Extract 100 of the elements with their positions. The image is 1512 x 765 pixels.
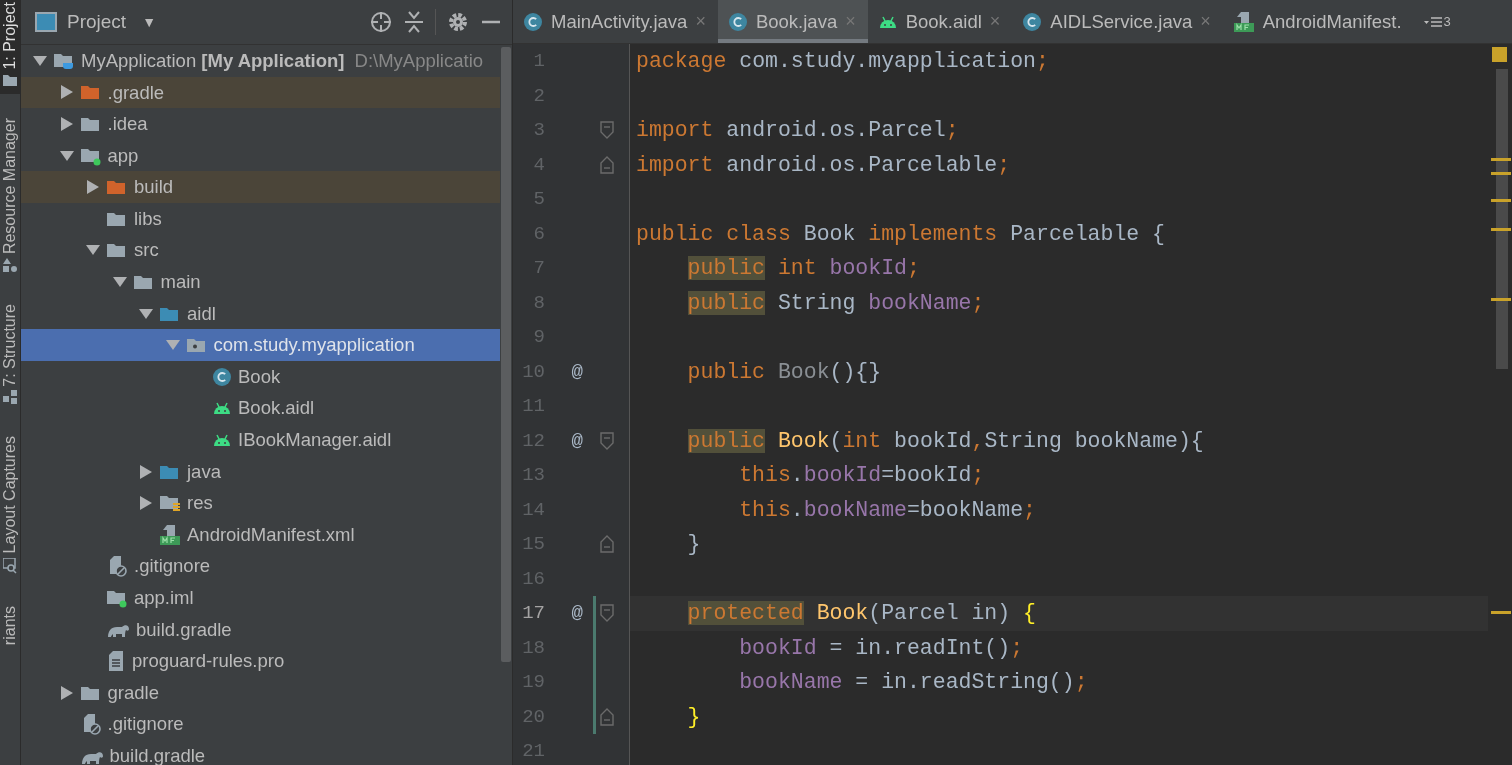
expand-arrow-icon[interactable]	[139, 464, 153, 479]
tool-window-tab[interactable]: 7: Structure	[0, 301, 20, 413]
tree-item-label: Book.aidl	[238, 396, 315, 421]
tree-item-label: java	[187, 459, 221, 484]
line-number: 17	[521, 601, 545, 626]
code-line: public Book(){}	[686, 358, 883, 386]
editor-tab[interactable]: AIDLService.java ×	[1012, 0, 1223, 43]
tree-item[interactable]: .gradle	[21, 76, 500, 109]
tree-item[interactable]: .idea	[21, 108, 500, 140]
expand-arrow-icon[interactable]	[59, 685, 74, 700]
tool-window-label: Resource Manager	[0, 117, 19, 254]
collapse-arrow-icon[interactable]	[86, 244, 100, 257]
tree-item-label: build.gradle	[136, 617, 232, 642]
editor-tab[interactable]: Book.java ×	[717, 0, 868, 43]
collapse-arrow-icon[interactable]	[33, 54, 47, 67]
magnifier-icon[interactable]	[3, 557, 17, 574]
folder-icon[interactable]	[3, 73, 17, 86]
tree-item-label: build.gradle	[109, 744, 206, 765]
tree-item[interactable]: aidl	[21, 297, 500, 330]
override-marker[interactable]: @	[545, 599, 587, 628]
scrollbar-thumb[interactable]	[501, 47, 511, 662]
tool-window-tab[interactable]: 1: Project	[0, 0, 20, 94]
tree-item[interactable]: com.study.myapplication	[21, 329, 500, 361]
tool-window-label: riants	[0, 605, 19, 645]
tree-item[interactable]: .gitignore	[21, 708, 500, 741]
tree-item[interactable]: app.iml	[21, 582, 500, 614]
fold-icon[interactable]	[600, 603, 614, 624]
tree-item[interactable]: Book.aidl	[21, 392, 500, 425]
tree-item[interactable]: Book	[21, 360, 500, 393]
tree-item[interactable]: app	[21, 139, 500, 172]
tool-window-tab[interactable]: Layout Captures	[0, 434, 20, 582]
tree-item-label: aidl	[187, 301, 216, 326]
scrollbar-thumb[interactable]	[1496, 69, 1508, 369]
code-line: bookName = in.readString();	[738, 669, 1089, 697]
fold-icon[interactable]	[600, 154, 614, 175]
settings-icon[interactable]	[446, 10, 470, 34]
fold-icon[interactable]	[600, 120, 614, 141]
tree-item[interactable]: .gitignore	[21, 550, 500, 583]
expand-arrow-icon[interactable]	[59, 117, 74, 131]
collapse-arrow-icon[interactable]	[59, 149, 74, 162]
tree-item[interactable]: build	[21, 171, 500, 203]
fold-icon[interactable]	[600, 534, 614, 555]
tool-window-label: 7: Structure	[0, 303, 19, 387]
android-icon	[212, 400, 232, 417]
tree-item-label: app.iml	[134, 586, 194, 610]
package-icon	[185, 336, 208, 355]
tree-item[interactable]: src	[21, 234, 500, 267]
tree-item-label: MyApplication [My Application]	[81, 48, 345, 73]
collapse-all-icon[interactable]	[403, 10, 425, 34]
tree-item-label: main	[160, 270, 201, 295]
code-line: this.bookId=bookId;	[738, 462, 986, 490]
collapse-arrow-icon[interactable]	[139, 307, 153, 320]
override-marker[interactable]: @	[545, 357, 587, 386]
class-icon	[212, 366, 232, 387]
tree-item-label: proguard-rules.pro	[132, 649, 285, 674]
code-line: public String bookName;	[686, 289, 986, 317]
shapes-icon[interactable]	[3, 257, 17, 272]
tree-item[interactable]: java	[21, 455, 500, 488]
editor-tab[interactable]: AndroidManifest.	[1222, 0, 1414, 43]
fold-icon[interactable]	[600, 706, 614, 727]
tree-item-label: build	[134, 175, 174, 200]
tree-item[interactable]: build.gradle	[21, 740, 500, 765]
structure-icon[interactable]	[3, 390, 17, 405]
dropdown-caret[interactable]: ▼	[142, 11, 156, 33]
tree-item-label: AndroidManifest.xml	[187, 522, 355, 547]
tab-overflow-button[interactable]: 3	[1413, 0, 1455, 43]
editor-tab[interactable]: MainActivity.java ×	[513, 0, 718, 43]
code-line: import android.os.Parcel;	[635, 117, 960, 145]
expand-arrow-icon[interactable]	[139, 496, 153, 511]
tree-item-label: Book	[238, 364, 281, 389]
tree-item[interactable]: proguard-rules.pro	[21, 645, 500, 677]
expand-arrow-icon[interactable]	[59, 85, 74, 100]
tree-item-label: res	[187, 491, 213, 516]
collapse-arrow-icon[interactable]	[165, 339, 180, 352]
tree-item[interactable]: build.gradle	[21, 613, 500, 646]
code-line: public Book(int bookId,String bookName){	[686, 427, 1205, 455]
folder-icon	[79, 115, 102, 133]
tool-window-tab[interactable]: riants	[0, 603, 20, 653]
panel-title[interactable]: Project	[67, 7, 127, 37]
folder-icon	[106, 241, 128, 260]
tree-item-label: app	[107, 143, 139, 168]
tree-item[interactable]: IBookManager.aidl	[21, 424, 500, 456]
tree-item[interactable]: MyApplication [My Application] D:\MyApplicatio	[21, 45, 500, 77]
tree-item-label: gradle	[107, 680, 159, 705]
fold-icon[interactable]	[600, 430, 614, 451]
tree-item-label: .gitignore	[134, 554, 211, 579]
tool-window-tab[interactable]: Resource Manager	[0, 115, 20, 280]
tool-window-label: Layout Captures	[0, 436, 19, 554]
editor-tab[interactable]: Book.aidl ×	[867, 0, 1013, 43]
project-path: D:\MyApplicatio	[354, 48, 484, 73]
tree-item[interactable]: AndroidManifest.xml	[21, 518, 500, 551]
expand-arrow-icon[interactable]	[86, 180, 100, 195]
locate-icon[interactable]	[369, 10, 393, 34]
override-marker[interactable]: @	[545, 426, 587, 455]
tree-item[interactable]: res	[21, 487, 500, 519]
tree-item[interactable]: gradle	[21, 676, 500, 709]
tree-item-label: IBookManager.aidl	[238, 428, 392, 453]
tree-item[interactable]: main	[21, 266, 500, 298]
tree-item[interactable]: libs	[21, 202, 500, 235]
collapse-arrow-icon[interactable]	[112, 275, 127, 288]
